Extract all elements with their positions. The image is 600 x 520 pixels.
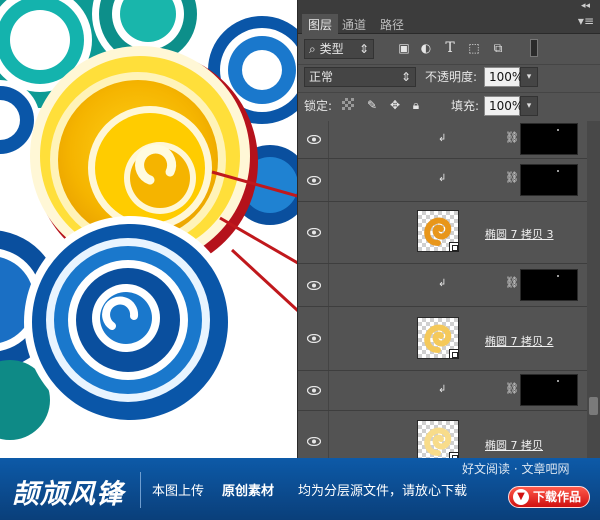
eye-icon [307,228,321,237]
layer-mask-thumbnail[interactable] [520,164,578,196]
layer-mask-thumbnail[interactable] [520,269,578,301]
filter-kind-select[interactable]: ⌕ 类型 ⇕ [304,39,374,59]
opacity-dropdown[interactable]: ▾ [520,67,538,87]
lock-row: 锁定: ✎ ✥ 🔒︎ 填充: 100% ▾ [298,91,600,122]
tab-paths[interactable]: 路径 [374,14,410,34]
layer-mask-thumbnail[interactable] [520,374,578,406]
layer-name[interactable]: 椭圆 7 拷贝 [485,437,543,453]
panel-menu-icon[interactable]: ▾≡ [578,14,594,28]
lock-all-icon[interactable]: 🔒︎ [408,97,424,113]
layer-list: ↲ ⛓ ↲ ⛓ 椭圆 7 拷贝 3 ↲ ⛓ 椭圆 7 拷贝 2 ↲ ⛓ 椭圆 7… [298,121,600,458]
stepper-icon: ⇕ [400,70,411,84]
eye-icon [307,135,321,144]
tab-channels[interactable]: 通道 [336,14,372,34]
layer-mask-thumbnail[interactable] [520,123,578,155]
layer-row-clip-3[interactable]: ↲ ⛓ [298,264,588,307]
stepper-icon: ⇕ [358,42,369,56]
clip-arrow-icon: ↲ [438,278,447,289]
visibility-toggle[interactable] [298,307,329,370]
type-filter-icon[interactable]: T [442,40,458,56]
banner-original-text: 原创素材 [222,484,275,499]
smart-object-filter-icon[interactable]: ⧉ [490,40,506,56]
search-icon: ⌕ [309,42,316,56]
blend-mode-value: 正常 [309,70,334,84]
blue-cloud-front [24,216,236,428]
layer-row-ellipse-copy-3[interactable]: 椭圆 7 拷贝 3 [298,202,588,264]
shape-filter-icon[interactable]: ⬚ [466,40,482,56]
eye-icon [307,281,321,290]
watermark: 好文阅读 · 文章吧网 [462,462,570,476]
download-icon: ▼ [513,489,529,505]
collapse-panel-icon[interactable]: ◂◂ [581,1,590,11]
link-icon[interactable]: ⛓ [505,382,519,395]
layer-row-clip-2[interactable]: ↲ ⛓ [298,159,588,202]
tab-layers[interactable]: 图层 [302,14,339,34]
layer-row-ellipse-copy[interactable]: 椭圆 7 拷贝 [298,411,588,458]
fill-dropdown[interactable]: ▾ [520,96,538,116]
download-button[interactable]: ▼ 下载作品 [508,486,590,508]
layers-panel: ◂◂ 图层 通道 路径 ▾≡ ⌕ 类型 ⇕ ▣ ◐ T ⬚ ⧉ 正常 ⇕ 不透明… [297,0,600,458]
shape-layer-badge-icon [449,242,459,252]
lock-move-icon[interactable]: ✥ [387,97,403,113]
visibility-toggle[interactable] [298,371,329,410]
layer-thumbnail[interactable] [417,210,459,252]
blend-row: 正常 ⇕ 不透明度: 100% ▾ [298,62,600,93]
visibility-toggle[interactable] [298,202,329,263]
visibility-toggle[interactable] [298,411,329,458]
filter-toggle-icon[interactable] [530,39,538,57]
banner-divider [140,472,141,508]
link-icon[interactable]: ⛓ [505,131,519,144]
layer-name[interactable]: 椭圆 7 拷贝 2 [485,333,554,349]
lock-label: 锁定: [304,99,333,113]
visibility-toggle[interactable] [298,121,329,158]
lock-brush-icon[interactable]: ✎ [364,97,380,113]
fill-input[interactable]: 100% [484,96,523,116]
clip-arrow-icon: ↲ [438,173,447,184]
banner-upload-text: 本图上传 [152,484,205,499]
layer-name[interactable]: 椭圆 7 拷贝 3 [485,226,554,242]
visibility-toggle[interactable] [298,264,329,306]
opacity-label: 不透明度: [425,70,478,84]
link-icon[interactable]: ⛓ [505,276,519,289]
banner-layered-text: 均为分层源文件，请放心下载 [298,484,468,499]
shape-layer-badge-icon [449,349,459,359]
link-icon[interactable]: ⛓ [505,171,519,184]
blend-mode-select[interactable]: 正常 ⇕ [304,67,416,87]
eye-icon [307,386,321,395]
layer-row-ellipse-copy-2[interactable]: 椭圆 7 拷贝 2 [298,307,588,371]
layer-row-clip-4[interactable]: ↲ ⛓ [298,371,588,411]
visibility-toggle[interactable] [298,159,329,201]
layer-thumbnail[interactable] [417,420,459,458]
eye-icon [307,176,321,185]
clip-arrow-icon: ↲ [438,133,447,144]
brand-logo: 颉颃风锋 [12,479,124,510]
filter-kind-label: 类型 [319,42,344,56]
scrollbar-thumb[interactable] [589,397,598,415]
filter-row: ⌕ 类型 ⇕ ▣ ◐ T ⬚ ⧉ [298,34,600,65]
promo-banner: 颉颃风锋 本图上传 原创素材 均为分层源文件，请放心下载 好文阅读 · 文章吧网… [0,458,600,520]
panel-tab-bar: ◂◂ 图层 通道 路径 ▾≡ [298,0,600,34]
layer-list-scrollbar[interactable] [587,121,600,458]
opacity-input[interactable]: 100% [484,67,523,87]
layer-thumbnail[interactable] [417,317,459,359]
layer-row-clip-1[interactable]: ↲ ⛓ [298,121,588,159]
adjustment-filter-icon[interactable]: ◐ [418,40,434,56]
lock-transparency-icon[interactable] [342,98,354,110]
fill-label: 填充: [451,99,480,113]
eye-icon [307,437,321,446]
image-filter-icon[interactable]: ▣ [396,40,412,56]
download-label: 下载作品 [533,490,582,504]
eye-icon [307,334,321,343]
clip-arrow-icon: ↲ [438,384,447,395]
